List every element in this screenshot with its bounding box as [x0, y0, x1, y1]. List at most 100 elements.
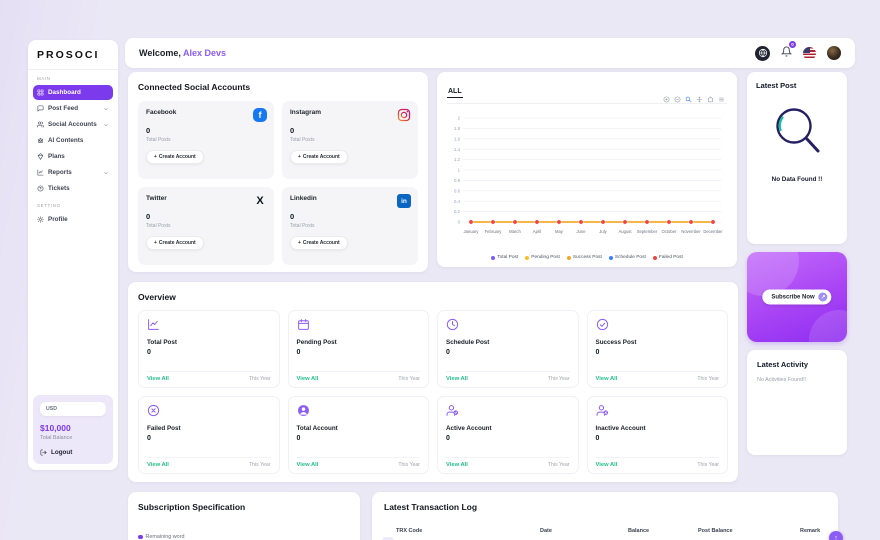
view-all-link[interactable]: View All — [446, 376, 468, 382]
pan-icon[interactable] — [696, 96, 703, 103]
sidebar-item-plans[interactable]: Plans — [33, 149, 113, 164]
period-label: This Year — [398, 462, 420, 468]
ai-contents-icon — [37, 137, 44, 144]
create-account-button[interactable]: +Create Account — [146, 236, 204, 250]
user-x-icon — [596, 404, 609, 417]
svg-text:August: August — [618, 229, 632, 234]
stat-card-success-post: Success Post 0 View All This Year — [587, 310, 729, 388]
notifications-button[interactable]: 0 — [781, 44, 792, 62]
view-all-link[interactable]: View All — [147, 376, 169, 382]
currency-select[interactable]: USD — [40, 402, 106, 416]
legend-item[interactable]: Total Post — [491, 255, 518, 260]
posts-chart-card: ALL 00.20.40.60.811.21.41.61.82JanuaryFe… — [437, 72, 737, 267]
legend-item[interactable]: Success Post — [567, 255, 602, 260]
stat-label: Failed Post — [147, 425, 271, 432]
period-label: This Year — [548, 462, 570, 468]
period-label: This Year — [697, 376, 719, 382]
reports-icon — [37, 169, 44, 176]
home-reset-icon[interactable] — [707, 96, 714, 103]
stat-label: Success Post — [596, 339, 720, 346]
view-all-link[interactable]: View All — [596, 376, 618, 382]
sidebar-item-dashboard[interactable]: Dashboard — [33, 85, 113, 100]
svg-text:March: March — [509, 229, 521, 234]
user-check-icon — [446, 404, 459, 417]
twitter-x-icon: X — [253, 194, 267, 208]
instagram-account-card: Instagram 0 Total Posts +Create Account — [282, 101, 418, 179]
plus-icon: + — [298, 240, 301, 246]
linkedin-icon: in — [397, 194, 411, 208]
svg-text:0: 0 — [458, 220, 461, 225]
sidebar-item-reports[interactable]: Reports — [33, 165, 113, 180]
svg-text:1.8: 1.8 — [454, 126, 461, 131]
sidebar-item-post-feed[interactable]: Post Feed — [33, 101, 113, 116]
sidebar-item-label: Reports — [48, 169, 72, 176]
period-label: This Year — [398, 376, 420, 382]
sidebar-item-social-accounts[interactable]: Social Accounts — [33, 117, 113, 132]
us-flag-icon[interactable] — [803, 47, 816, 60]
period-label: This Year — [697, 462, 719, 468]
plans-icon — [37, 153, 44, 160]
view-all-link[interactable]: View All — [297, 462, 319, 468]
account-count: 0 — [146, 212, 266, 221]
chart-line-icon — [147, 318, 160, 331]
zoom-in-icon[interactable] — [663, 96, 670, 103]
svg-text:July: July — [599, 229, 607, 234]
legend-dot — [491, 256, 495, 260]
col-balance: Balance — [628, 528, 649, 534]
stat-card-active-account: Active Account 0 View AllThis Year — [437, 396, 579, 474]
svg-text:1.6: 1.6 — [454, 136, 461, 141]
latest-post-title: Latest Post — [756, 81, 838, 90]
latest-activity-card: Latest Activity No Activities Found!! — [747, 350, 847, 455]
sidebar-item-tickets[interactable]: Tickets — [33, 181, 113, 196]
selection-zoom-icon[interactable] — [685, 96, 692, 103]
stat-label: Schedule Post — [446, 339, 570, 346]
svg-text:November: November — [681, 229, 701, 234]
twitter-account-card: Twitter X 0 Total Posts +Create Account — [138, 187, 274, 265]
total-balance-amount: $10,000 — [40, 423, 106, 433]
sidebar-item-label: AI Contents — [48, 137, 83, 144]
language-globe-button[interactable] — [755, 46, 770, 61]
view-all-link[interactable]: View All — [297, 376, 319, 382]
stat-card-total-post: Total Post 0 View AllThis Year — [138, 310, 280, 388]
legend-item[interactable]: Pending Post — [525, 255, 560, 260]
svg-text:1.4: 1.4 — [454, 147, 461, 152]
view-all-link[interactable]: View All — [446, 462, 468, 468]
plus-icon: + — [154, 154, 157, 160]
view-all-link[interactable]: View All — [596, 462, 618, 468]
overview-card: Overview Total Post 0 View AllThis Year … — [128, 282, 738, 482]
account-sub: Total Posts — [146, 223, 266, 229]
posts-chart[interactable]: 00.20.40.60.811.21.41.61.82JanuaryFebrua… — [447, 110, 727, 248]
avatar[interactable] — [827, 46, 841, 60]
no-data-text: No Data Found !! — [756, 176, 838, 183]
stat-label: Pending Post — [297, 339, 421, 346]
account-name: Linkedin — [290, 195, 410, 202]
stat-value: 0 — [446, 435, 570, 442]
subscription-spec-title: Subscription Specification — [138, 502, 350, 512]
view-all-link[interactable]: View All — [147, 462, 169, 468]
create-account-button[interactable]: +Create Account — [146, 150, 204, 164]
magnifier-illustration — [770, 104, 824, 162]
zoom-out-icon[interactable] — [674, 96, 681, 103]
legend-item[interactable]: Schedule Post — [609, 255, 646, 260]
arrow-up-icon: ↑ — [834, 535, 838, 540]
scroll-top-button[interactable]: ↑ — [829, 531, 843, 540]
tab-all[interactable]: ALL — [447, 88, 463, 98]
sidebar-item-label: Dashboard — [48, 89, 81, 96]
stat-card-schedule-post: Schedule Post 0 View AllThis Year — [437, 310, 579, 388]
account-name: Instagram — [290, 109, 410, 116]
col-trx-code: TRX Code — [396, 528, 422, 534]
stat-value: 0 — [596, 349, 720, 356]
legend-dot — [609, 256, 613, 260]
logout-button[interactable]: Logout — [40, 449, 106, 456]
menu-icon[interactable] — [718, 96, 725, 103]
subscribe-now-button[interactable]: Subscribe Now ↗ — [762, 290, 831, 305]
sidebar-item-ai-contents[interactable]: AI Contents — [33, 133, 113, 148]
clock-icon — [446, 318, 459, 331]
balance-panel: USD $10,000 Total Balance Logout — [33, 395, 113, 464]
sidebar-item-profile[interactable]: Profile — [33, 212, 113, 227]
svg-text:June: June — [576, 229, 586, 234]
create-account-button[interactable]: +Create Account — [290, 236, 348, 250]
legend-item[interactable]: Failed Post — [653, 255, 683, 260]
stat-label: Total Post — [147, 339, 271, 346]
create-account-button[interactable]: +Create Account — [290, 150, 348, 164]
